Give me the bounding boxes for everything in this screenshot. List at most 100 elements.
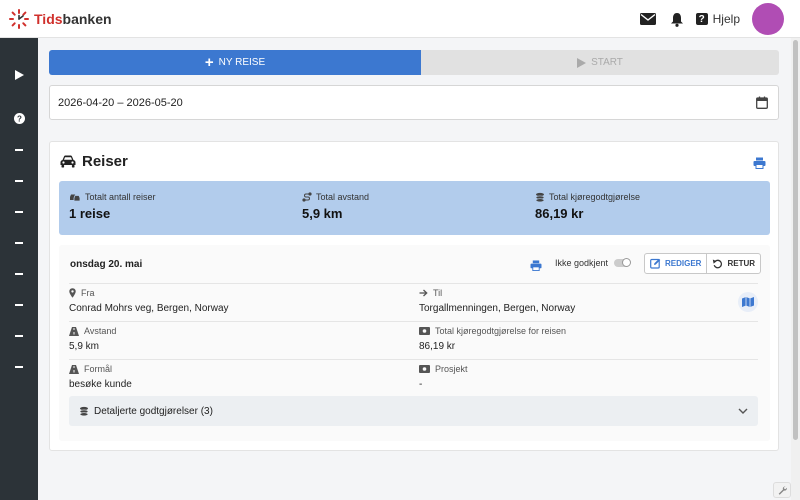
- menu-dash-icon: [15, 273, 23, 275]
- approval-label: Ikke godkjent: [555, 258, 609, 268]
- date-range-value: 2026-04-20 – 2026-05-20: [58, 96, 183, 109]
- top-bar: Tidsbanken ? Hjelp: [0, 0, 800, 38]
- help-link[interactable]: ? Hjelp: [695, 12, 740, 26]
- sidebar-item-4[interactable]: [0, 234, 38, 252]
- detailed-allowances-accordion[interactable]: Detaljerte godtgjørelser (3): [69, 396, 758, 426]
- trip-date: onsdag 20. mai: [70, 259, 143, 270]
- trip-print-icon[interactable]: [530, 258, 542, 276]
- detailed-allowances-label: Detaljerte godtgjørelser (3): [94, 405, 213, 417]
- approval-toggle[interactable]: Ikke godkjent: [555, 258, 632, 268]
- calendar-icon[interactable]: [756, 96, 768, 112]
- edit-icon: [650, 258, 661, 269]
- sidebar-item-2[interactable]: [0, 172, 38, 190]
- to-label: Til: [433, 288, 443, 298]
- new-trip-label: NY REISE: [218, 57, 266, 68]
- play-icon: [577, 57, 587, 68]
- map-button[interactable]: [738, 292, 758, 312]
- purpose-label: Formål: [84, 364, 113, 374]
- menu-dash-icon: [15, 242, 23, 244]
- print-icon[interactable]: [753, 156, 766, 174]
- avatar[interactable]: [752, 3, 784, 35]
- edit-button[interactable]: REDIGER: [645, 254, 708, 273]
- trips-summary: Totalt antall reiser 1 reise Total avsta…: [59, 181, 770, 235]
- bell-icon[interactable]: [670, 12, 684, 27]
- cars-icon: [69, 193, 81, 202]
- sidebar-expand-button[interactable]: [0, 66, 38, 84]
- main-content: + NY REISE START 2026-04-20 – 2026-05-20…: [38, 38, 790, 500]
- undo-icon: [712, 258, 723, 269]
- menu-dash-icon: [15, 180, 23, 182]
- total-distance-value: 5,9 km: [302, 206, 343, 221]
- sidebar-item-6[interactable]: [0, 296, 38, 314]
- new-trip-button[interactable]: + NY REISE: [49, 50, 421, 75]
- total-trips-label: Totalt antall reiser: [85, 192, 156, 202]
- summary-total-distance: Total avstand 5,9 km: [302, 192, 369, 221]
- return-label: RETUR: [727, 259, 756, 268]
- trip-allowance-cell: Total kjøregodtgjørelse for reisen 86,19…: [419, 326, 566, 352]
- purpose-value: besøke kunde: [69, 379, 132, 390]
- distance-cell: Avstand 5,9 km: [69, 326, 116, 352]
- project-label: Prosjekt: [435, 364, 468, 374]
- sidebar-item-help[interactable]: ?: [0, 109, 38, 127]
- project-value: -: [419, 379, 423, 390]
- menu-dash-icon: [15, 304, 23, 306]
- to-cell: Til Torgallmenningen, Bergen, Norway: [419, 288, 575, 314]
- total-distance-label: Total avstand: [316, 192, 370, 202]
- trip-action-group: REDIGER RETUR: [644, 253, 762, 274]
- action-buttons: + NY REISE START: [49, 50, 779, 75]
- scrollbar-thumb[interactable]: [793, 40, 798, 440]
- sidebar-item-1[interactable]: [0, 141, 38, 159]
- road-icon: [69, 364, 79, 374]
- sidebar-item-3[interactable]: [0, 203, 38, 221]
- menu-dash-icon: [15, 366, 23, 368]
- arrow-right-icon: [419, 289, 428, 297]
- route-icon: [302, 192, 312, 202]
- from-cell: Fra Conrad Mohrs veg, Bergen, Norway: [69, 288, 229, 314]
- menu-dash-icon: [15, 149, 23, 151]
- logo-text: Tidsbanken: [34, 11, 112, 27]
- total-allowance-value: 86,19 kr: [535, 206, 584, 221]
- trips-title-text: Reiser: [82, 153, 128, 170]
- logo[interactable]: Tidsbanken: [8, 8, 112, 30]
- trips-card-title: Reiser: [60, 153, 128, 170]
- trip-row-purpose: Formål besøke kunde Prosjekt -: [69, 359, 758, 397]
- car-icon: [60, 155, 76, 168]
- svg-text:?: ?: [17, 114, 22, 123]
- map-marker-icon: [69, 288, 76, 298]
- toggle-switch[interactable]: [614, 258, 632, 267]
- mail-icon[interactable]: [639, 13, 656, 25]
- logo-clock-icon: [9, 9, 29, 29]
- money-bill-icon: [419, 365, 430, 373]
- trip-row-route: Fra Conrad Mohrs veg, Bergen, Norway Til…: [69, 283, 758, 321]
- trip-row-distance: Avstand 5,9 km Total kjøregodtgjørelse f…: [69, 321, 758, 359]
- sidebar-item-8[interactable]: [0, 358, 38, 376]
- edit-label: REDIGER: [665, 259, 702, 268]
- sidebar-item-7[interactable]: [0, 327, 38, 345]
- sidebar: ?: [0, 38, 38, 500]
- distance-value: 5,9 km: [69, 341, 100, 352]
- map-icon: [742, 297, 754, 307]
- plus-icon: +: [204, 54, 214, 71]
- trips-card: Reiser Totalt antall reiser 1 reise Tota…: [49, 141, 779, 451]
- from-value: Conrad Mohrs veg, Bergen, Norway: [69, 303, 229, 314]
- sidebar-item-5[interactable]: [0, 265, 38, 283]
- help-icon: ?: [695, 13, 708, 25]
- to-value: Torgallmenningen, Bergen, Norway: [419, 303, 576, 314]
- return-button[interactable]: RETUR: [707, 254, 760, 273]
- menu-dash-icon: [15, 211, 23, 213]
- play-icon: [14, 70, 24, 80]
- help-circle-icon: ?: [13, 112, 25, 124]
- vertical-scrollbar[interactable]: [791, 38, 800, 500]
- summary-total-trips: Totalt antall reiser 1 reise: [69, 192, 156, 221]
- header-actions: ? Hjelp: [626, 3, 784, 35]
- date-range-input[interactable]: 2026-04-20 – 2026-05-20: [49, 85, 779, 120]
- purpose-cell: Formål besøke kunde: [69, 364, 132, 390]
- road-icon: [69, 326, 79, 336]
- chevron-down-icon: [738, 406, 748, 417]
- distance-label: Avstand: [84, 326, 117, 336]
- wrench-icon[interactable]: [773, 482, 791, 498]
- trip-item: onsdag 20. mai Ikke godkjent REDIGER RET: [59, 245, 770, 441]
- start-button[interactable]: START: [421, 50, 779, 75]
- money-bill-icon: [419, 327, 430, 335]
- trip-header: onsdag 20. mai Ikke godkjent REDIGER RET: [59, 245, 770, 283]
